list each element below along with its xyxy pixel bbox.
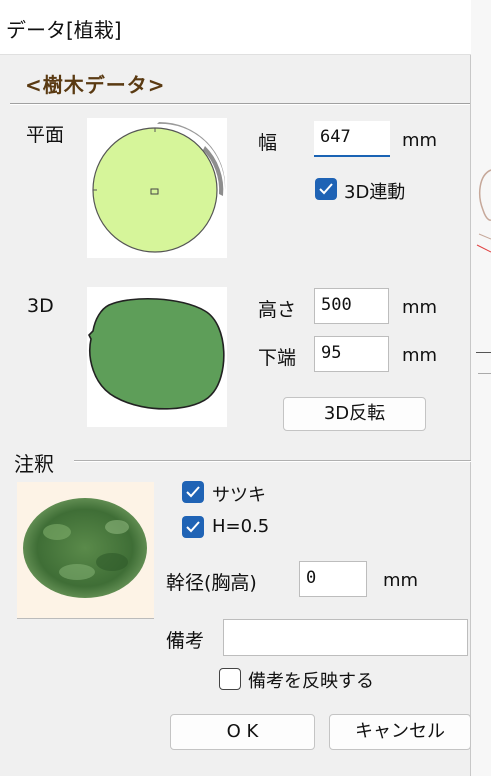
note-input[interactable] (223, 619, 468, 656)
height-unit: mm (402, 297, 438, 318)
title-bar[interactable]: データ[植栽] (0, 0, 471, 55)
shrub-texture-image (23, 498, 147, 598)
texture-preview (17, 482, 154, 619)
background-line (478, 373, 491, 374)
note-label: 備考 (166, 630, 205, 652)
view3d-preview (87, 287, 227, 427)
show-name-label[interactable]: サツキ (212, 481, 266, 507)
view3d-label: 3D (27, 295, 54, 317)
show-height-label[interactable]: H=0.5 (212, 516, 269, 537)
background-line (476, 352, 491, 353)
background-drawing (476, 169, 491, 253)
show-name-checkbox[interactable] (182, 481, 204, 503)
trunk-diameter-unit: mm (383, 570, 419, 591)
checkmark-icon (319, 183, 333, 195)
plan-label: 平面 (26, 124, 65, 146)
window-title: データ[植栽] (6, 18, 122, 42)
link-3d-label[interactable]: 3D連動 (344, 178, 405, 204)
trunk-diameter-input[interactable]: 0 (299, 561, 367, 597)
height-input[interactable]: 500 (314, 288, 389, 324)
width-label: 幅 (258, 132, 278, 154)
reflect-note-label[interactable]: 備考を反映する (248, 667, 374, 693)
ok-button[interactable]: O K (170, 714, 315, 750)
checkmark-icon (186, 521, 200, 533)
header-divider (10, 103, 470, 105)
tree-3d-silhouette (88, 298, 225, 410)
checkmark-icon (186, 486, 200, 498)
annotation-divider (74, 460, 471, 462)
annotation-label: 注釈 (14, 448, 60, 477)
width-input[interactable]: 647 (314, 121, 390, 157)
flip-3d-button[interactable]: 3D反転 (283, 397, 426, 431)
cancel-button[interactable]: キャンセル (329, 714, 471, 750)
height-label: 高さ (258, 299, 297, 321)
plan-tree-symbol (92, 121, 226, 253)
width-unit: mm (402, 130, 438, 151)
bottom-unit: mm (402, 345, 438, 366)
bottom-label: 下端 (258, 347, 297, 369)
reflect-note-checkbox[interactable] (219, 668, 241, 690)
background-canvas (471, 0, 491, 776)
plant-data-dialog: データ[植栽] <樹木データ> 平面 幅 647 mm 3D連動 3D 高さ 5… (0, 0, 471, 776)
show-height-checkbox[interactable] (182, 516, 204, 538)
trunk-diameter-label: 幹径(胸高) (166, 572, 257, 594)
link-3d-checkbox[interactable] (315, 178, 337, 200)
plan-preview (87, 118, 227, 258)
bottom-input[interactable]: 95 (314, 336, 389, 372)
section-header: <樹木データ> (25, 73, 166, 97)
